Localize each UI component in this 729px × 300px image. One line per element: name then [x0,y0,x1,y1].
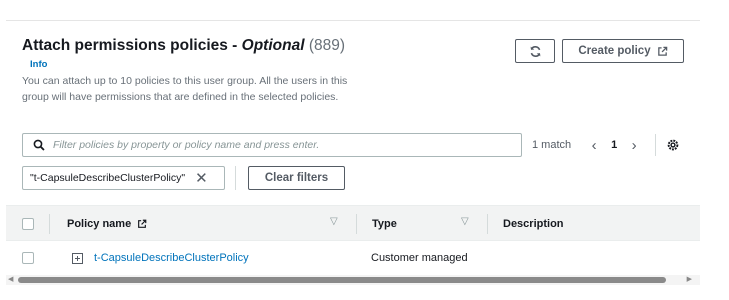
sort-caret-icon[interactable]: ▽ [461,216,469,227]
column-header-type[interactable]: Type [372,206,397,242]
title-text: Attach permissions policies - [22,37,242,54]
chevron-left-icon[interactable]: ‹ [585,137,603,154]
policy-count: (889) [308,37,346,54]
filter-token: "t-CapsuleDescribeClusterPolicy" ✕ [22,166,225,190]
scroll-right-arrow-icon[interactable]: ▶ [687,275,692,285]
clear-filters-button[interactable]: Clear filters [248,166,345,190]
panel-description: You can attach up to 10 policies to this… [22,75,348,103]
table-row[interactable]: t-CapsuleDescribeClusterPolicy Customer … [6,241,700,275]
pager-divider [655,134,657,156]
policy-name-cell: t-CapsuleDescribeClusterPolicy [72,241,249,275]
filter-token-label: "t-CapsuleDescribeClusterPolicy" [30,172,186,184]
column-divider [49,214,50,234]
scroll-thumb[interactable] [18,277,666,283]
select-all-checkbox[interactable] [22,218,34,230]
chevron-right-icon[interactable]: › [625,137,643,154]
policy-name-header-label: Policy name [67,218,132,230]
close-icon[interactable]: ✕ [195,169,208,187]
select-all-cell [22,206,34,242]
expand-plus-icon[interactable] [72,252,83,264]
panel-title: Attach permissions policies - Optional (… [22,37,345,55]
create-policy-button[interactable]: Create policy [562,39,684,63]
info-link[interactable]: Info [30,59,47,70]
search-field[interactable] [22,133,522,157]
refresh-button[interactable] [515,39,555,63]
external-link-icon [138,219,147,228]
row-select-cell [22,241,34,275]
search-input[interactable] [52,139,521,151]
page-number[interactable]: 1 [603,139,625,151]
scroll-left-arrow-icon[interactable]: ◀ [8,275,13,285]
match-count: 1 match [532,139,572,151]
column-header-description[interactable]: Description [503,206,564,242]
refresh-icon [530,45,540,57]
policy-type-cell: Customer managed [371,252,468,264]
create-policy-label: Create policy [578,45,651,57]
horizontal-scrollbar[interactable]: ◀ ▶ [6,275,700,285]
sort-caret-icon[interactable]: ▽ [330,216,338,227]
column-divider [487,214,488,234]
external-link-icon [657,46,667,56]
policy-name-link[interactable]: t-CapsuleDescribeClusterPolicy [94,252,249,264]
filter-divider [235,166,236,190]
search-icon [33,139,45,151]
table-header: Policy name ▽ Type ▽ Description [6,205,700,241]
pagination: 1 match ‹ 1 › [532,133,680,157]
column-header-policy-name[interactable]: Policy name [67,206,147,242]
row-checkbox[interactable] [22,252,34,264]
column-divider [356,214,357,234]
title-optional: Optional [241,37,305,54]
gear-icon[interactable] [666,138,680,152]
